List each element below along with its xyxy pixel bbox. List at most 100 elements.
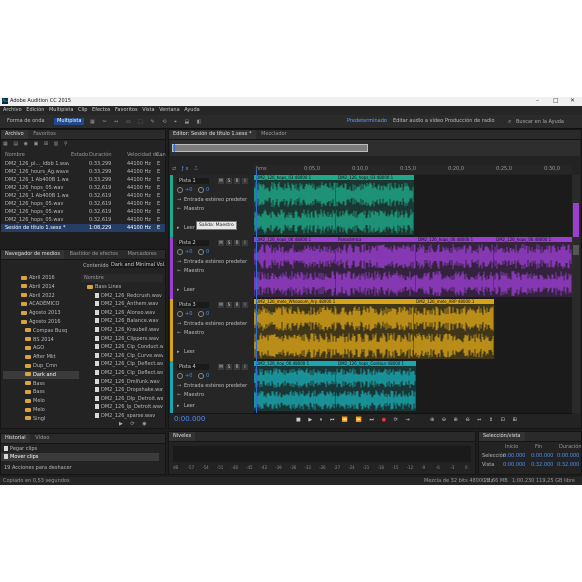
- file-row[interactable]: DM2_126_1 Ab400B 1.wav 0:32,619 44100 Hz E: [1, 192, 165, 200]
- file-row[interactable]: DM2_126_pl..._ldbb 1.wav 0:33,299 44100 Hz…: [1, 160, 165, 168]
- list-item[interactable]: DM2_126_Anthem.wav: [95, 300, 163, 308]
- track-header[interactable]: Pista 4 M S R I +0 0 Entrada estéreo predeter Ma…: [170, 361, 254, 414]
- list-item[interactable]: DM2_126_lp_Detroit.wav: [95, 403, 163, 411]
- list-item[interactable]: DM2_126_Dmlfunk.wav: [95, 378, 163, 386]
- track-automation-mode[interactable]: Leer: [184, 403, 195, 409]
- waveform-mode-button[interactable]: Forma de onda: [4, 118, 48, 125]
- timecode-display[interactable]: 0:00.000: [174, 415, 205, 423]
- solo-button[interactable]: S: [226, 178, 232, 184]
- mute-button[interactable]: M: [218, 364, 224, 370]
- editor-tool-icons[interactable]: ⇄ ƒx ⎍: [172, 166, 200, 172]
- pan-knob[interactable]: [198, 249, 204, 255]
- track-lane[interactable]: DM2_126_melo_Whoosum_Arp 48000 1 DM2_126_…: [254, 299, 572, 362]
- tree-folder[interactable]: Abril 2014: [3, 283, 79, 291]
- overview-window[interactable]: [172, 144, 368, 152]
- pan-value[interactable]: 0: [206, 249, 209, 255]
- audio-clip[interactable]: DM2_126_hops_Contour 48000 1: [336, 361, 417, 411]
- workspace-radio[interactable]: Producción de radio: [442, 118, 498, 125]
- tree-folder[interactable]: Bass: [3, 380, 79, 388]
- menu-multipista[interactable]: Multipista: [49, 106, 73, 115]
- volume-value[interactable]: +0: [185, 249, 192, 255]
- menu-archivo[interactable]: Archivo: [3, 106, 22, 115]
- solo-button[interactable]: S: [226, 364, 232, 370]
- mute-button[interactable]: M: [218, 178, 224, 184]
- list-item[interactable]: DM2_126_Clippers.wav: [95, 335, 163, 343]
- history-item-selected[interactable]: Mover clips: [1, 453, 159, 461]
- pan-knob[interactable]: [198, 311, 204, 317]
- track-header[interactable]: Pista 3 M S R I +0 0 Entrada estéreo predeter Ma…: [170, 299, 254, 362]
- list-item[interactable]: DM2_126_Kraubell.wav: [95, 326, 163, 334]
- monitor-input-button[interactable]: I: [242, 364, 248, 370]
- track-name[interactable]: Pista 4: [177, 364, 209, 370]
- file-row[interactable]: DM2_126_hops_05.wav 0:32,619 44100 Hz E: [1, 216, 165, 224]
- record-arm-button[interactable]: R: [234, 364, 240, 370]
- tab-history[interactable]: Historial: [1, 434, 30, 443]
- track-header[interactable]: Pista 2 M S R I +0 0 Entrada estéreo predeter Ma…: [170, 237, 254, 300]
- track-automation-mode[interactable]: Leer: [184, 225, 195, 231]
- file-row[interactable]: DM2_126_hops_05.wav 0:32,619 44100 Hz E: [1, 208, 165, 216]
- record-arm-button[interactable]: R: [234, 302, 240, 308]
- pan-knob[interactable]: [198, 187, 204, 193]
- volume-value[interactable]: +0: [185, 373, 192, 379]
- track-input[interactable]: Entrada estéreo predeter: [184, 197, 247, 203]
- menu-efectos[interactable]: Efectos: [92, 106, 110, 115]
- expand-icon[interactable]: ▸: [177, 403, 180, 409]
- workspace-default[interactable]: Predeterminado: [344, 118, 390, 125]
- tab-editor-session[interactable]: Editor: Sesión de título 1.sesx *: [169, 130, 256, 139]
- pan-value[interactable]: 0: [206, 373, 209, 379]
- pan-knob[interactable]: [198, 373, 204, 379]
- audio-clip[interactable]: DM2_126_melo_Whoosum_Arp 48000 1: [254, 299, 415, 359]
- tab-archivo[interactable]: Archivo: [1, 130, 28, 139]
- track-name[interactable]: Pista 2: [177, 240, 209, 246]
- monitor-input-button[interactable]: I: [242, 240, 248, 246]
- audio-clip[interactable]: DM2_126_melo_ARP 48000 1: [414, 299, 495, 359]
- tree-folder[interactable]: Melo: [3, 397, 79, 405]
- tree-folder[interactable]: AGO: [3, 344, 79, 352]
- volume-knob[interactable]: [177, 373, 183, 379]
- file-row[interactable]: DM2_126_1 Ab400B 1.wav 0:33,299 44100 Hz E: [1, 176, 165, 184]
- expand-icon[interactable]: ▸: [177, 349, 180, 355]
- tree-folder[interactable]: Singl: [3, 415, 79, 423]
- tree-folder[interactable]: Dup_Cmn: [3, 362, 79, 370]
- list-item[interactable]: DM2_126_sparse.wav: [95, 412, 163, 420]
- pan-value[interactable]: 0: [206, 311, 209, 317]
- list-item[interactable]: DM2_126_Redcrush.wav: [95, 292, 163, 300]
- tree-folder[interactable]: Compas Busq: [3, 327, 79, 335]
- track-output[interactable]: Maestro: [184, 268, 204, 274]
- volume-value[interactable]: +0: [185, 311, 192, 317]
- audio-clip[interactable]: DM2_126_hops_03 48000 1: [254, 175, 337, 235]
- mute-button[interactable]: M: [218, 302, 224, 308]
- record-arm-button[interactable]: R: [234, 240, 240, 246]
- pan-value[interactable]: 0: [206, 187, 209, 193]
- menu-edicion[interactable]: Edición: [26, 106, 44, 115]
- volume-knob[interactable]: [177, 187, 183, 193]
- volume-knob[interactable]: [177, 249, 183, 255]
- vertical-scrollbar[interactable]: [572, 175, 580, 413]
- tab-video[interactable]: Vídeo: [31, 434, 53, 443]
- monitor-input-button[interactable]: I: [242, 302, 248, 308]
- menu-ventana[interactable]: Ventana: [159, 106, 180, 115]
- list-item[interactable]: DM2_126_Clp_Conduct.wav: [95, 343, 163, 351]
- workspace-edit-video[interactable]: Editar audio a vídeo: [390, 118, 446, 125]
- tab-effects-rack[interactable]: Bastidor de efectos: [66, 250, 122, 259]
- menu-vista[interactable]: Vista: [142, 106, 154, 115]
- track-lane[interactable]: DM2_126_hops_03 48000 1 DM2_126_hops_03 4…: [254, 175, 572, 238]
- mute-button[interactable]: M: [218, 240, 224, 246]
- track-automation-mode[interactable]: Leer: [184, 349, 195, 355]
- tab-mixer[interactable]: Mezclador: [257, 130, 291, 139]
- menu-ayuda[interactable]: Ayuda: [184, 106, 199, 115]
- tree-folder[interactable]: Dark and: [3, 370, 79, 379]
- file-row[interactable]: Sesión de título 1.sesx * 1:08,229 44100 H…: [1, 224, 165, 232]
- tree-folder[interactable]: Melo: [3, 406, 79, 414]
- tree-folder[interactable]: Abril 2022: [3, 292, 79, 300]
- list-item[interactable]: DM2_126_Clp_Deflect.wav: [95, 369, 163, 377]
- tab-selection-view[interactable]: Selección/vista: [479, 432, 525, 441]
- close-icon[interactable]: ✕: [570, 97, 575, 104]
- list-item[interactable]: DM2_126_Clp_Curve.wav: [95, 352, 163, 360]
- maximize-icon[interactable]: □: [553, 97, 559, 104]
- track-input[interactable]: Entrada estéreo predeter: [184, 383, 247, 389]
- track-name[interactable]: Pista 3: [177, 302, 209, 308]
- session-overview[interactable]: [170, 140, 580, 156]
- tab-media-browser[interactable]: Navegador de medios: [1, 250, 64, 259]
- track-input[interactable]: Entrada estéreo predeter: [184, 321, 247, 327]
